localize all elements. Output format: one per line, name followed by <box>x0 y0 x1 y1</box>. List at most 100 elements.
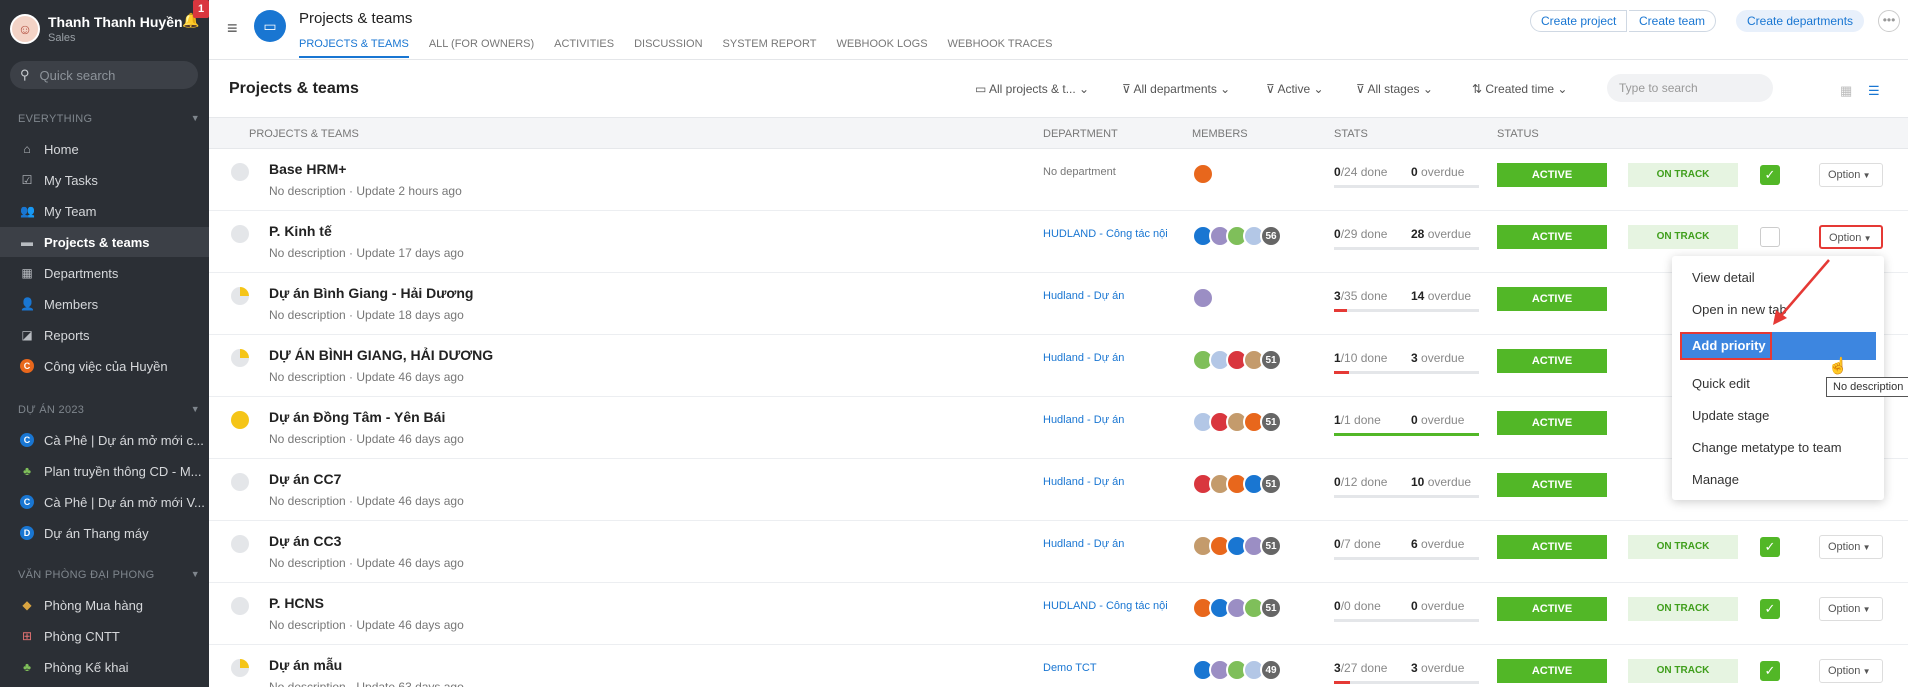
department-link[interactable]: Hudland - Dự án <box>1043 414 1171 426</box>
section-van-phong[interactable]: VĂN PHÒNG ĐẠI PHONG ▼ <box>18 569 200 581</box>
option-button[interactable]: Option ▼ <box>1819 535 1883 559</box>
menu-item-open-new-tab[interactable]: Open in new tab <box>1672 296 1884 324</box>
section-everything[interactable]: EVERYTHING ▼ <box>18 113 200 125</box>
section-du-an-2023[interactable]: DỰ ÁN 2023 ▼ <box>18 404 200 416</box>
sidebar-item-project[interactable]: C Cà Phê | Dự án mở mới V... <box>0 487 209 517</box>
more-icon[interactable]: ••• <box>1878 10 1900 32</box>
member-count[interactable]: 51 <box>1260 535 1282 557</box>
option-button[interactable]: Option ▼ <box>1819 659 1883 683</box>
sidebar-item-home[interactable]: ⌂ Home <box>0 134 209 164</box>
avatar[interactable]: ☺ <box>10 14 40 44</box>
menu-item-view-detail[interactable]: View detail <box>1672 264 1884 292</box>
department-link[interactable]: Demo TCT <box>1043 662 1171 674</box>
project-name[interactable]: Dự án mẫu <box>269 657 342 673</box>
project-name[interactable]: Dự án Đồng Tâm - Yên Bái <box>269 409 445 425</box>
menu-item-manage[interactable]: Manage <box>1672 466 1884 494</box>
project-name[interactable]: Dự án Bình Giang - Hải Dương <box>269 285 473 301</box>
member-avatar[interactable] <box>1192 163 1214 185</box>
table-row[interactable]: Dự án Đồng Tâm - Yên Bái No description … <box>209 397 1908 459</box>
priority-checkbox[interactable]: ✓ <box>1760 165 1780 185</box>
track-badge[interactable]: ON TRACK <box>1628 225 1738 249</box>
project-name[interactable]: P. HCNS <box>269 595 324 611</box>
option-button[interactable]: Option ▼ <box>1819 597 1883 621</box>
tab-discussion[interactable]: DISCUSSION <box>634 38 702 58</box>
status-badge[interactable]: ACTIVE <box>1497 163 1607 187</box>
department-link[interactable]: Hudland - Dự án <box>1043 290 1171 302</box>
sidebar-item-project[interactable]: C Cà Phê | Dự án mở mới c... <box>0 425 209 455</box>
status-badge[interactable]: ACTIVE <box>1497 411 1607 435</box>
sidebar-item-projects-teams[interactable]: ▬ Projects & teams <box>0 227 209 257</box>
department-link[interactable]: HUDLAND - Công tác nội <box>1043 228 1171 240</box>
search-input[interactable]: Type to search <box>1607 74 1773 102</box>
option-button[interactable]: Option ▼ <box>1819 163 1883 187</box>
member-count[interactable]: 51 <box>1260 349 1282 371</box>
create-team-button[interactable]: Create team <box>1629 10 1717 32</box>
project-name[interactable]: P. Kinh tế <box>269 223 332 239</box>
status-badge[interactable]: ACTIVE <box>1497 535 1607 559</box>
filter-departments[interactable]: ⊽ All departments ⌄ <box>1122 82 1230 96</box>
member-count[interactable]: 56 <box>1260 225 1282 247</box>
menu-item-update-stage[interactable]: Update stage <box>1672 402 1884 430</box>
sidebar-item-office[interactable]: ◆ Phòng Mua hàng <box>0 590 209 620</box>
table-row[interactable]: Dự án Bình Giang - Hải Dương No descript… <box>209 273 1908 335</box>
track-badge[interactable]: ON TRACK <box>1628 597 1738 621</box>
priority-checkbox[interactable]: ✓ <box>1760 537 1780 557</box>
status-badge[interactable]: ACTIVE <box>1497 473 1607 497</box>
table-row[interactable]: Dự án CC3 No description · Update 46 day… <box>209 521 1908 583</box>
sidebar-item-my-team[interactable]: 👥 My Team <box>0 196 209 226</box>
member-count[interactable]: 51 <box>1260 473 1282 495</box>
tab-webhook-traces[interactable]: WEBHOOK TRACES <box>948 38 1053 58</box>
table-row[interactable]: P. Kinh tế No description · Update 17 da… <box>209 211 1908 273</box>
tab-projects-teams[interactable]: PROJECTS & TEAMS <box>299 38 409 58</box>
sidebar-item-office[interactable]: ⊞ Phòng CNTT <box>0 621 209 651</box>
filter-stages[interactable]: ⊽ All stages ⌄ <box>1356 82 1433 96</box>
grid-view-icon[interactable]: ▦ <box>1840 83 1852 99</box>
sidebar-item-members[interactable]: 👤 Members <box>0 289 209 319</box>
sidebar-item-my-tasks[interactable]: ☑ My Tasks <box>0 165 209 195</box>
table-row[interactable]: Dự án CC7 No description · Update 46 day… <box>209 459 1908 521</box>
track-badge[interactable]: ON TRACK <box>1628 535 1738 559</box>
status-badge[interactable]: ACTIVE <box>1497 225 1607 249</box>
sidebar-item-office[interactable]: ♣ Phòng Kế khai <box>0 652 209 682</box>
menu-icon[interactable]: ≡ <box>227 18 238 39</box>
tab-activities[interactable]: ACTIVITIES <box>554 38 614 58</box>
priority-checkbox[interactable]: ✓ <box>1760 661 1780 681</box>
create-departments-button[interactable]: Create departments <box>1736 10 1865 32</box>
sidebar-item-project[interactable]: ♣ Plan truyền thông CD - M... <box>0 456 209 486</box>
tab-webhook-logs[interactable]: WEBHOOK LOGS <box>836 38 927 58</box>
menu-item-change-metatype[interactable]: Change metatype to team <box>1672 434 1884 462</box>
member-count[interactable]: 49 <box>1260 659 1282 681</box>
member-avatar[interactable] <box>1192 287 1214 309</box>
table-row[interactable]: P. HCNS No description · Update 46 days … <box>209 583 1908 645</box>
department-link[interactable]: Hudland - Dự án <box>1043 352 1171 364</box>
sidebar-item-project[interactable]: D Dự án Thang máy <box>0 518 209 548</box>
department-link[interactable]: Hudland - Dự án <box>1043 476 1171 488</box>
create-project-button[interactable]: Create project <box>1530 10 1628 32</box>
list-view-icon[interactable]: ☰ <box>1868 83 1880 99</box>
filter-projects[interactable]: ▭ All projects & t... ⌄ <box>975 82 1089 96</box>
project-name[interactable]: DỰ ÁN BÌNH GIANG, HẢI DƯƠNG <box>269 347 493 363</box>
sidebar-item-reports[interactable]: ◪ Reports <box>0 320 209 350</box>
priority-checkbox[interactable] <box>1760 227 1780 247</box>
status-badge[interactable]: ACTIVE <box>1497 597 1607 621</box>
filter-sort[interactable]: ⇅ Created time ⌄ <box>1472 82 1567 96</box>
member-count[interactable]: 51 <box>1260 597 1282 619</box>
status-badge[interactable]: ACTIVE <box>1497 659 1607 683</box>
table-row[interactable]: Dự án mẫu No description · Update 63 day… <box>209 645 1908 687</box>
table-row[interactable]: Base HRM+ No description · Update 2 hour… <box>209 149 1908 211</box>
status-badge[interactable]: ACTIVE <box>1497 349 1607 373</box>
table-row[interactable]: DỰ ÁN BÌNH GIANG, HẢI DƯƠNG No descripti… <box>209 335 1908 397</box>
track-badge[interactable]: ON TRACK <box>1628 163 1738 187</box>
department-link[interactable]: HUDLAND - Công tác nội <box>1043 600 1171 612</box>
quick-search-input[interactable]: ⚲ Quick search <box>10 61 198 89</box>
priority-checkbox[interactable]: ✓ <box>1760 599 1780 619</box>
project-name[interactable]: Dự án CC3 <box>269 533 341 549</box>
tab-system-report[interactable]: SYSTEM REPORT <box>723 38 817 58</box>
status-badge[interactable]: ACTIVE <box>1497 287 1607 311</box>
filter-status[interactable]: ⊽ Active ⌄ <box>1266 82 1324 96</box>
user-profile[interactable]: ☺ Thanh Thanh Huyền Sales <box>0 0 209 48</box>
project-name[interactable]: Base HRM+ <box>269 161 346 177</box>
member-count[interactable]: 51 <box>1260 411 1282 433</box>
sidebar-item-departments[interactable]: ▦ Departments <box>0 258 209 288</box>
project-name[interactable]: Dự án CC7 <box>269 471 341 487</box>
